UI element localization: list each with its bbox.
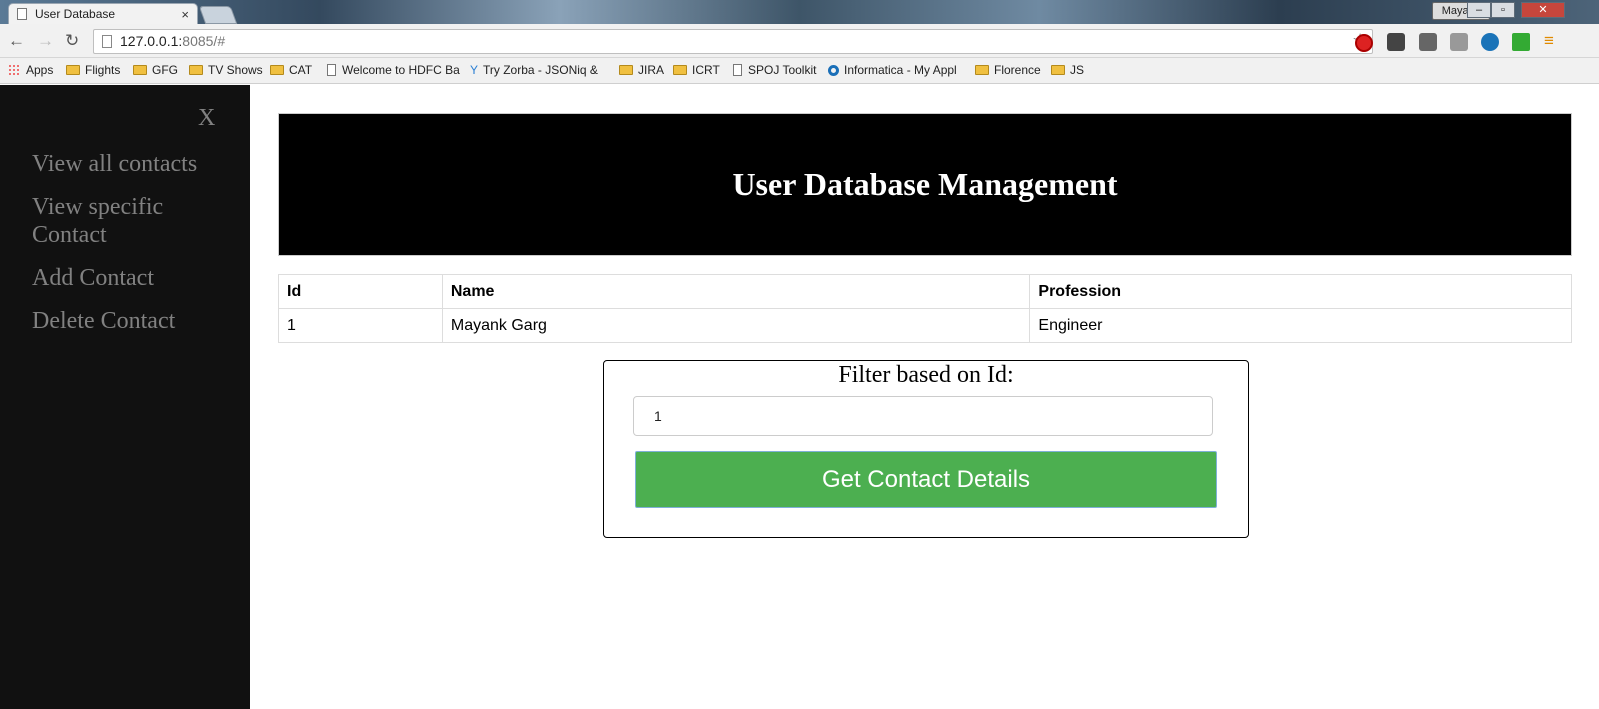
back-icon[interactable]: ← — [8, 31, 25, 51]
folder-icon — [189, 65, 203, 75]
table-row: 1 Mayank Garg Engineer — [278, 308, 1572, 343]
new-tab-button[interactable] — [198, 6, 238, 24]
cell-name: Mayank Garg — [441, 308, 1031, 343]
folder-icon — [133, 65, 147, 75]
bookmark-informatica[interactable]: Informatica - My Appl — [828, 63, 957, 77]
folder-icon — [66, 65, 80, 75]
filter-label: Filter based on Id: — [838, 362, 1014, 388]
browser-titlebar: User Database × Mayank – ▫ ✕ — [0, 0, 1599, 24]
get-contact-details-button[interactable]: Get Contact Details — [635, 451, 1217, 508]
bookmark-js[interactable]: JS — [1051, 63, 1084, 77]
table-header-row: Id Name Profession — [278, 274, 1572, 309]
opera-extension-icon[interactable] — [1355, 34, 1373, 52]
folder-icon — [270, 65, 284, 75]
main-content: User Database Management Id Name Profess… — [250, 85, 1599, 709]
apps-grid-icon — [8, 64, 20, 76]
extension-icon[interactable] — [1450, 33, 1468, 51]
download-extension-icon[interactable] — [1512, 33, 1530, 51]
column-header-profession: Profession — [1029, 274, 1572, 309]
menu-icon[interactable]: ≡ — [1544, 31, 1554, 51]
folder-icon — [673, 65, 687, 75]
filter-id-input[interactable] — [633, 396, 1213, 436]
eye-extension-icon[interactable] — [1481, 33, 1499, 51]
folder-icon — [975, 65, 989, 75]
bookmark-spoj[interactable]: SPOJ Toolkit — [733, 63, 816, 77]
bookmark-florence[interactable]: Florence — [975, 63, 1041, 77]
bookmark-zorba[interactable]: Y Try Zorba - JSONiq & — [470, 63, 598, 77]
sidebar-close-button[interactable]: X — [198, 105, 215, 132]
bookmark-icrt[interactable]: ICRT — [673, 63, 720, 77]
tab-close-icon[interactable]: × — [181, 7, 189, 22]
bookmark-hdfc[interactable]: Welcome to HDFC Ba — [327, 63, 460, 77]
reload-icon[interactable]: ↻ — [65, 31, 79, 51]
folder-icon — [619, 65, 633, 75]
bookmark-flights[interactable]: Flights — [66, 63, 120, 77]
page-icon — [733, 64, 742, 76]
sidebar-item-delete-contact[interactable]: Delete Contact — [32, 307, 232, 335]
filter-panel: Filter based on Id: Get Contact Details — [603, 360, 1249, 538]
evernote-extension-icon[interactable] — [1387, 33, 1405, 51]
bookmark-jira[interactable]: JIRA — [619, 63, 664, 77]
sidebar: X View all contacts View specific Contac… — [0, 85, 250, 709]
sidebar-item-view-all-contacts[interactable]: View all contacts — [32, 150, 232, 178]
page-header: User Database Management — [278, 113, 1572, 256]
extension-badge-icon[interactable] — [1419, 33, 1437, 51]
window-close-icon[interactable]: ✕ — [1521, 2, 1565, 18]
bookmark-apps[interactable]: Apps — [8, 63, 53, 77]
address-bar[interactable]: 127.0.0.1:8085/# — [93, 29, 1373, 54]
page-icon — [327, 64, 336, 76]
folder-icon — [1051, 65, 1065, 75]
minimize-icon[interactable]: – — [1467, 2, 1491, 18]
contacts-table: Id Name Profession 1 Mayank Garg Enginee… — [278, 274, 1572, 343]
column-header-name: Name — [441, 274, 1031, 309]
zorba-icon: Y — [470, 63, 479, 77]
page-icon — [102, 35, 112, 48]
sidebar-item-view-specific-contact[interactable]: View specific Contact — [32, 193, 232, 249]
tab-title: User Database — [35, 7, 116, 21]
url-path: 8085/# — [182, 33, 226, 49]
cell-profession: Engineer — [1029, 308, 1572, 343]
bookmark-tv-shows[interactable]: TV Shows — [189, 63, 263, 77]
restore-icon[interactable]: ▫ — [1491, 2, 1515, 18]
cell-id: 1 — [278, 308, 443, 343]
bookmark-gfg[interactable]: GFG — [133, 63, 178, 77]
browser-tab[interactable]: User Database × — [8, 3, 198, 24]
page-title: User Database Management — [732, 166, 1118, 202]
url-host: 127.0.0.1: — [120, 33, 183, 49]
column-header-id: Id — [278, 274, 443, 309]
bookmark-cat[interactable]: CAT — [270, 63, 312, 77]
forward-icon[interactable]: → — [37, 31, 54, 51]
page-icon — [17, 8, 27, 20]
informatica-icon — [828, 64, 839, 76]
sidebar-item-add-contact[interactable]: Add Contact — [32, 264, 232, 292]
